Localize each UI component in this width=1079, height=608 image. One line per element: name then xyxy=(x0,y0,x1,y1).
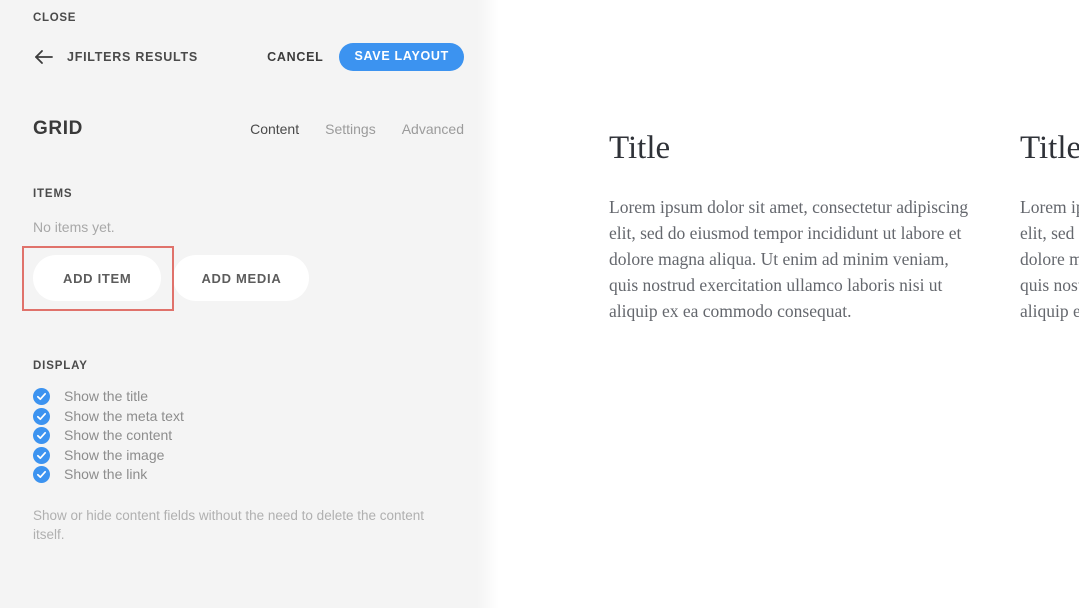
checkbox-show-link[interactable]: Show the link xyxy=(33,465,464,485)
checkbox-label: Show the content xyxy=(64,427,173,443)
check-icon xyxy=(33,466,50,484)
checkbox-show-content[interactable]: Show the content xyxy=(33,426,464,446)
items-section: ITEMS No items yet. ADD ITEM ADD MEDIA xyxy=(0,188,499,311)
items-empty-message: No items yet. xyxy=(33,219,115,235)
breadcrumb-title: JFILTERS RESULTS xyxy=(67,50,198,64)
checkbox-label: Show the link xyxy=(64,466,148,482)
checkbox-show-meta-text[interactable]: Show the meta text xyxy=(33,407,464,427)
close-row: CLOSE xyxy=(0,0,499,26)
sidebar-navigation-bar: JFILTERS RESULTS CANCEL SAVE LAYOUT xyxy=(0,36,499,78)
preview-grid: Title Lorem ipsum dolor sit amet, consec… xyxy=(609,130,1079,324)
card-body: Lorem ipsum dolor sit amet, consectetur … xyxy=(1020,197,1079,322)
cancel-button[interactable]: CANCEL xyxy=(265,48,325,66)
sidebar-actions: CANCEL SAVE LAYOUT xyxy=(265,43,464,71)
check-icon xyxy=(33,388,50,406)
card-body: Lorem ipsum dolor sit amet, consectetur … xyxy=(609,197,969,322)
checkbox-label: Show the image xyxy=(64,446,165,463)
tab-advanced[interactable]: Advanced xyxy=(402,121,464,138)
save-layout-button[interactable]: SAVE LAYOUT xyxy=(339,43,464,71)
layout-builder-screen: CLOSE JFILTERS RESULTS CANCEL SAVE LAYOU… xyxy=(0,0,1079,608)
checkbox-label: Show the meta text xyxy=(64,407,184,424)
check-icon xyxy=(33,446,50,464)
card-title: Title xyxy=(1020,130,1079,166)
settings-tabs: Content Settings Advanced xyxy=(250,121,464,138)
display-options-list: Show the title Show the meta text Show t… xyxy=(33,387,464,485)
page-title: GRID xyxy=(33,118,83,139)
display-help-text: Show or hide content fields without the … xyxy=(33,507,425,542)
tab-settings[interactable]: Settings xyxy=(325,121,376,138)
preview-panel: Title Lorem ipsum dolor sit amet, consec… xyxy=(499,0,1079,608)
module-header: GRID Content Settings Advanced xyxy=(0,118,499,140)
checkbox-show-title[interactable]: Show the title xyxy=(33,387,464,407)
card-title: Title xyxy=(609,130,671,166)
checkbox-label: Show the title xyxy=(64,388,149,404)
check-icon xyxy=(33,407,50,425)
preview-card[interactable]: Title Lorem ipsum dolor sit amet, consec… xyxy=(1020,130,1079,324)
items-heading: ITEMS xyxy=(33,188,73,200)
add-item-button[interactable]: ADD ITEM xyxy=(33,255,162,301)
tab-content[interactable]: Content xyxy=(250,121,299,138)
items-action-buttons: ADD ITEM ADD MEDIA xyxy=(22,246,464,311)
settings-sidebar: CLOSE JFILTERS RESULTS CANCEL SAVE LAYOU… xyxy=(0,0,499,608)
checkbox-show-image[interactable]: Show the image xyxy=(33,446,464,466)
check-icon xyxy=(33,427,50,445)
arrow-left-icon[interactable] xyxy=(33,46,55,68)
close-button[interactable]: CLOSE xyxy=(33,10,76,26)
display-heading: DISPLAY xyxy=(33,360,88,372)
add-media-button[interactable]: ADD MEDIA xyxy=(173,255,310,301)
display-section: DISPLAY Show the title Show the meta tex… xyxy=(0,360,499,544)
preview-card[interactable]: Title Lorem ipsum dolor sit amet, consec… xyxy=(609,130,974,324)
